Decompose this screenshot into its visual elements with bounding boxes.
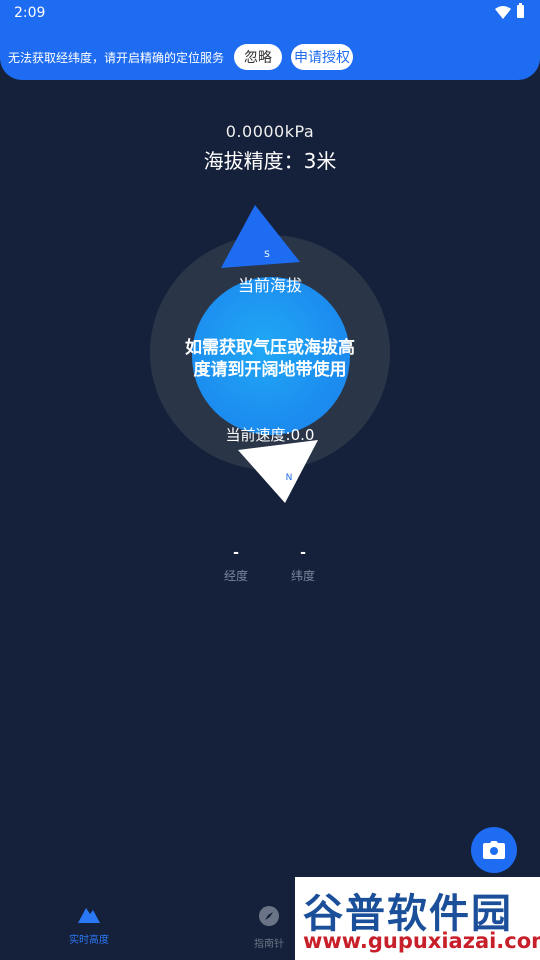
compass-needle: S N <box>221 205 318 503</box>
nav-item-realtime-altitude[interactable]: 实时高度 <box>44 905 134 946</box>
current-altitude-label: 当前海拔 <box>237 276 302 295</box>
needle-bottom-triangle <box>238 440 318 503</box>
current-speed-label: 当前速度:0.0 <box>225 426 315 444</box>
watermark-logo: 谷普软件园 www.gupuxiazai.com <box>295 877 540 960</box>
longitude-value: - <box>233 545 239 561</box>
needle-bottom-marker: N <box>286 473 293 483</box>
longitude-block: - 经度 <box>206 545 266 584</box>
dial-message: 如需获取气压或海拔高度请到开阔地带使用 <box>185 338 355 380</box>
needle-top-triangle <box>221 205 300 268</box>
latitude-value: - <box>300 545 306 561</box>
watermark-url: www.gupuxiazai.com <box>303 929 540 953</box>
latitude-label: 纬度 <box>290 569 315 583</box>
nav-label-realtime-altitude: 实时高度 <box>69 935 109 946</box>
compass-icon <box>259 906 279 926</box>
latitude-block: - 纬度 <box>273 545 333 584</box>
mountain-icon <box>78 908 100 923</box>
longitude-label: 经度 <box>223 569 248 583</box>
camera-button[interactable] <box>471 827 517 873</box>
needle-top-marker: S <box>264 250 270 260</box>
camera-icon <box>483 841 505 859</box>
